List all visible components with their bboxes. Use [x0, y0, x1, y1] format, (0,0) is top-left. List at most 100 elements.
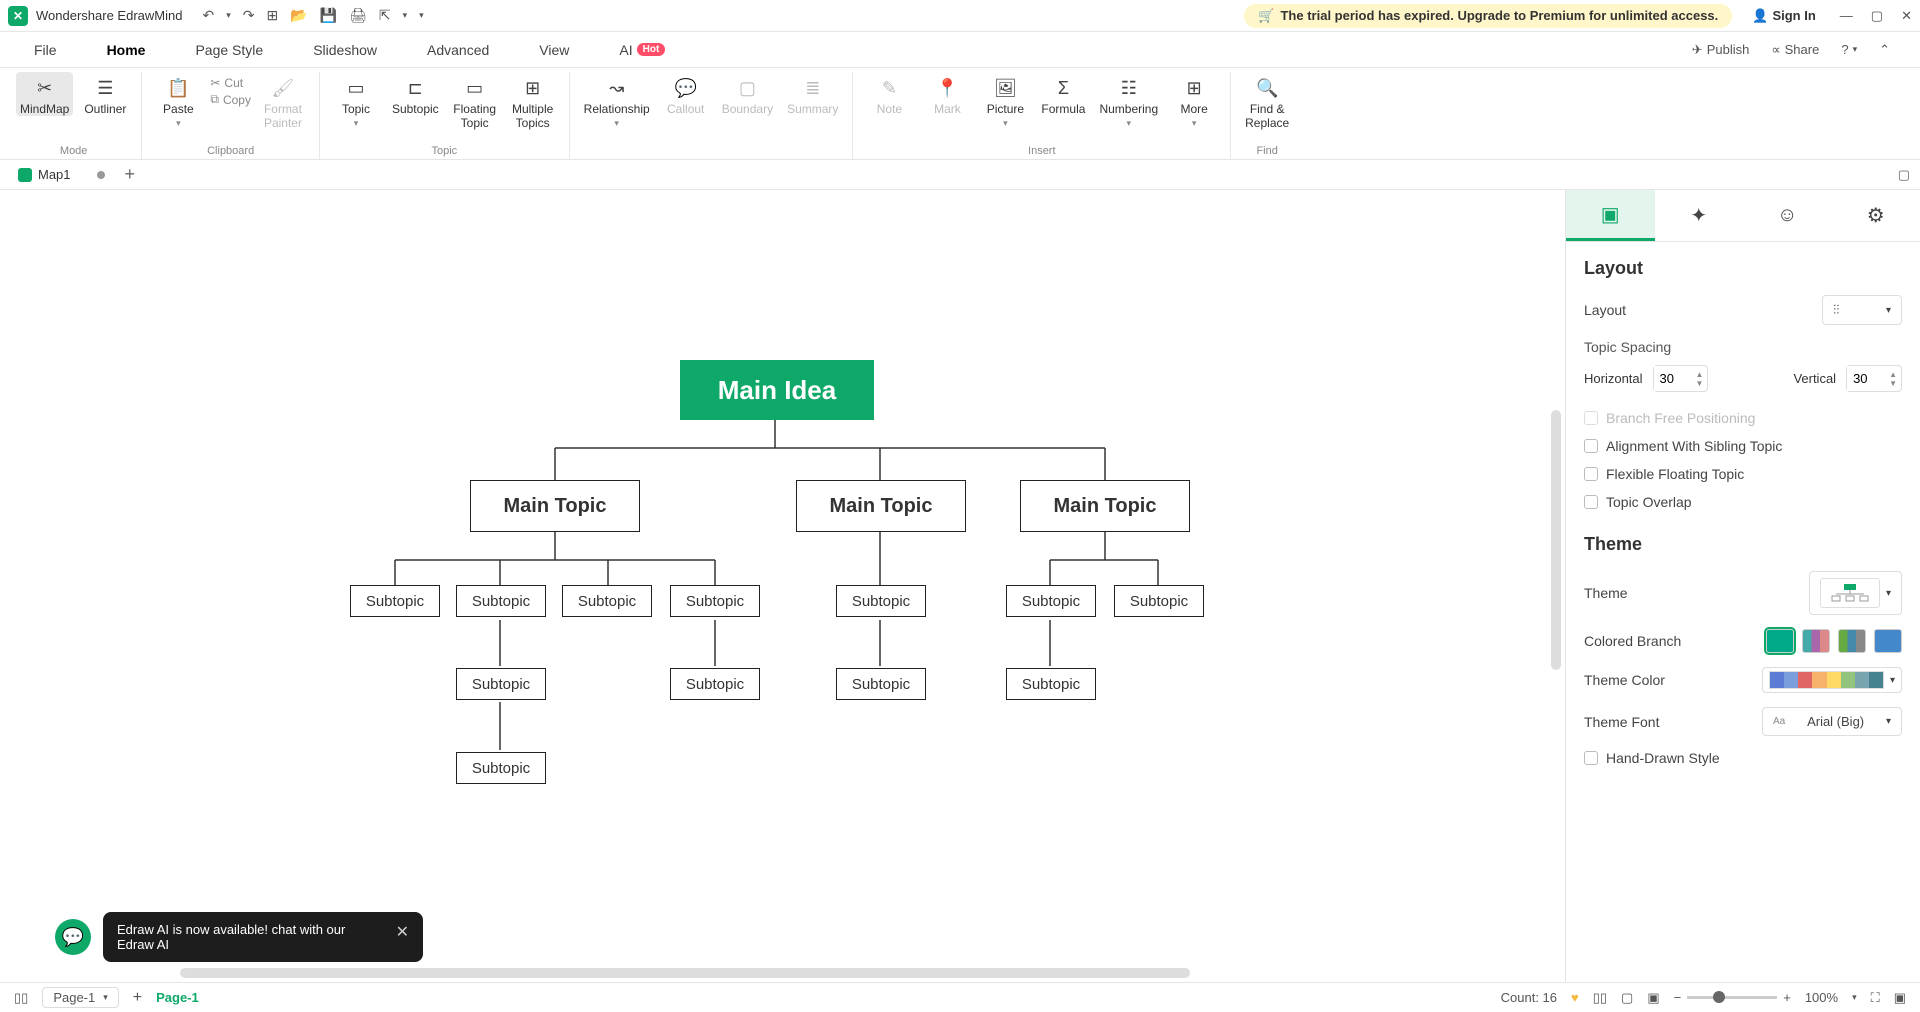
maximize-icon[interactable]: ▢: [1871, 8, 1883, 24]
trial-banner[interactable]: 🛒 The trial period has expired. Upgrade …: [1244, 4, 1732, 28]
horizontal-spin[interactable]: ▲▼: [1653, 365, 1709, 392]
node-subtopic[interactable]: Subtopic: [1114, 585, 1204, 617]
tab-advanced[interactable]: Advanced: [423, 36, 493, 64]
publish-button[interactable]: ✈ Publish: [1692, 42, 1750, 58]
new-icon[interactable]: ⊞: [266, 7, 278, 24]
picture-dropdown-icon[interactable]: ▾: [1003, 118, 1008, 129]
node-subtopic[interactable]: Subtopic: [350, 585, 440, 617]
vertical-input[interactable]: [1847, 366, 1889, 391]
horizontal-scrollbar[interactable]: [180, 968, 1190, 978]
node-subtopic[interactable]: Subtopic: [1006, 585, 1096, 617]
floating-topic-button[interactable]: ▭ Floating Topic: [449, 72, 501, 130]
panel-tab-icon[interactable]: ☺: [1743, 190, 1832, 241]
export-dropdown-icon[interactable]: ▾: [403, 10, 408, 21]
branch-swatch-4[interactable]: [1874, 629, 1902, 653]
panel-tab-layout[interactable]: ▣: [1566, 190, 1655, 241]
fullscreen-icon[interactable]: ⛶: [1871, 990, 1880, 1006]
branch-swatch-3[interactable]: [1838, 629, 1866, 653]
fit-icon[interactable]: ▣: [1894, 990, 1906, 1006]
add-tab-button[interactable]: +: [125, 164, 136, 185]
paste-dropdown-icon[interactable]: ▾: [176, 118, 181, 129]
mindmap-mode-button[interactable]: ✂ MindMap: [16, 72, 73, 116]
theme-select[interactable]: ▾: [1809, 571, 1902, 615]
cut-button[interactable]: ✂ Cut: [210, 76, 243, 90]
hand-drawn-checkbox[interactable]: [1584, 751, 1598, 765]
collapse-ribbon-button[interactable]: ⌃: [1879, 42, 1890, 58]
vertical-spin[interactable]: ▲▼: [1846, 365, 1902, 392]
more-button[interactable]: ⊞ More ▾: [1168, 72, 1220, 129]
paste-button[interactable]: 📋 Paste ▾: [152, 72, 204, 129]
zoom-in-icon[interactable]: +: [1783, 990, 1791, 1005]
canvas[interactable]: Main Idea Main Topic Main Topic Main Top…: [0, 190, 1565, 982]
share-button[interactable]: ∝ Share: [1771, 42, 1819, 58]
topic-button[interactable]: ▭ Topic ▾: [330, 72, 382, 129]
zoom-value[interactable]: 100%: [1805, 990, 1838, 1005]
panel-tab-settings[interactable]: ⚙: [1832, 190, 1920, 241]
summary-button[interactable]: ≣ Summary: [783, 72, 842, 116]
node-main-topic-2[interactable]: Main Topic: [796, 480, 966, 532]
panel-toggle-button[interactable]: ▢: [1898, 167, 1910, 183]
qat-more-icon[interactable]: ▾: [419, 10, 424, 21]
relationship-dropdown-icon[interactable]: ▾: [614, 118, 619, 129]
help-button[interactable]: ? ▾: [1841, 42, 1857, 57]
node-subtopic[interactable]: Subtopic: [836, 585, 926, 617]
spin-up-icon[interactable]: ▲: [1696, 370, 1704, 379]
minimize-icon[interactable]: —: [1840, 8, 1853, 24]
zoom-slider[interactable]: − +: [1674, 990, 1791, 1005]
tab-view[interactable]: View: [535, 36, 573, 64]
spin-down-icon[interactable]: ▼: [1889, 379, 1897, 388]
undo-icon[interactable]: ↶: [202, 7, 214, 24]
open-icon[interactable]: 📂: [290, 7, 307, 24]
callout-button[interactable]: 💬 Callout: [660, 72, 712, 116]
note-button[interactable]: ✎ Note: [863, 72, 915, 116]
tab-page-style[interactable]: Page Style: [191, 36, 267, 64]
save-icon[interactable]: 💾: [320, 7, 337, 24]
subtopic-button[interactable]: ⊏ Subtopic: [388, 72, 443, 116]
print-icon[interactable]: 🖨: [349, 7, 367, 24]
node-subtopic[interactable]: Subtopic: [1006, 668, 1096, 700]
theme-color-select[interactable]: ▾: [1762, 667, 1902, 693]
panel-tab-style[interactable]: ✦: [1655, 190, 1744, 241]
spin-up-icon[interactable]: ▲: [1889, 370, 1897, 379]
page-selector[interactable]: Page-1 ▾: [42, 987, 118, 1008]
copy-button[interactable]: ⧉ Copy: [210, 92, 251, 107]
flex-floating-checkbox[interactable]: [1584, 467, 1598, 481]
boundary-button[interactable]: ▢ Boundary: [718, 72, 777, 116]
node-subtopic[interactable]: Subtopic: [456, 585, 546, 617]
page-active[interactable]: Page-1: [156, 990, 199, 1005]
multiple-topics-button[interactable]: ⊞ Multiple Topics: [507, 72, 559, 130]
topic-overlap-checkbox[interactable]: [1584, 495, 1598, 509]
picture-button[interactable]: 🖼 Picture ▾: [979, 72, 1031, 129]
branch-swatch-2[interactable]: [1802, 629, 1830, 653]
node-subtopic[interactable]: Subtopic: [562, 585, 652, 617]
formula-button[interactable]: Σ Formula: [1037, 72, 1089, 116]
more-dropdown-icon[interactable]: ▾: [1192, 118, 1197, 129]
close-icon[interactable]: ✕: [1901, 8, 1912, 24]
vertical-scrollbar[interactable]: [1551, 410, 1561, 670]
tab-home[interactable]: Home: [103, 36, 150, 64]
heart-icon[interactable]: ♥: [1571, 990, 1579, 1005]
zoom-dropdown-icon[interactable]: ▾: [1852, 992, 1857, 1003]
node-subtopic[interactable]: Subtopic: [670, 668, 760, 700]
tab-file[interactable]: File: [30, 36, 61, 64]
outline-toggle-icon[interactable]: ▯▯: [14, 990, 28, 1006]
numbering-button[interactable]: ☷ Numbering ▾: [1095, 72, 1162, 129]
numbering-dropdown-icon[interactable]: ▾: [1127, 118, 1132, 129]
outliner-mode-button[interactable]: ☰ Outliner: [79, 72, 131, 116]
slider-track[interactable]: [1687, 996, 1777, 999]
mark-button[interactable]: 📍 Mark: [921, 72, 973, 116]
document-tab-map1[interactable]: Map1: [10, 163, 113, 186]
layout-select[interactable]: ⫶⫶ ▾: [1822, 295, 1902, 325]
redo-icon[interactable]: ↷: [243, 7, 255, 24]
ai-close-icon[interactable]: ✕: [396, 922, 409, 942]
spin-down-icon[interactable]: ▼: [1696, 379, 1704, 388]
view-mode-2-icon[interactable]: ▢: [1621, 990, 1633, 1006]
relationship-button[interactable]: ↝ Relationship ▾: [580, 72, 654, 129]
ai-avatar-icon[interactable]: 💬: [55, 919, 91, 955]
find-replace-button[interactable]: 🔍 Find & Replace: [1241, 72, 1293, 130]
topic-dropdown-icon[interactable]: ▾: [354, 118, 359, 129]
view-mode-3-icon[interactable]: ▣: [1647, 990, 1659, 1006]
tab-slideshow[interactable]: Slideshow: [309, 36, 381, 64]
node-subtopic[interactable]: Subtopic: [456, 668, 546, 700]
node-main-topic-3[interactable]: Main Topic: [1020, 480, 1190, 532]
